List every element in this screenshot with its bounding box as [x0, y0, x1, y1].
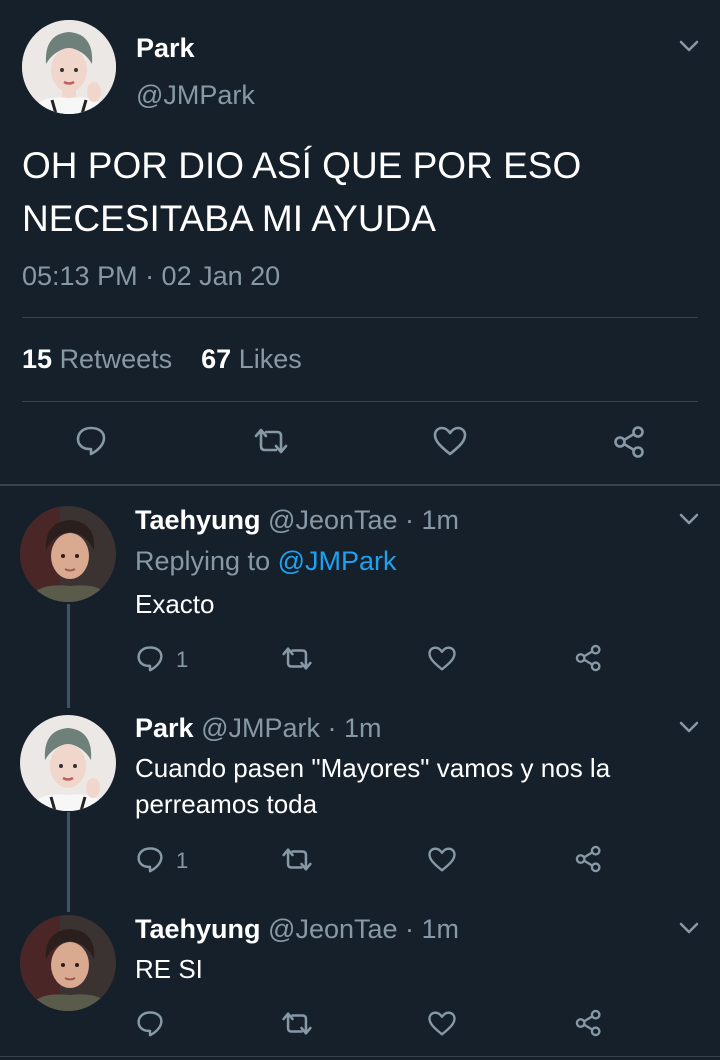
- engagement-stats: 15 Retweets 67 Likes: [22, 344, 302, 375]
- thread-line: [67, 604, 70, 708]
- share-icon[interactable]: [574, 1008, 604, 1038]
- like-count[interactable]: 67: [201, 344, 231, 374]
- share-icon[interactable]: [574, 643, 604, 673]
- reply-text-line-1: Cuando pasen "Mayores" vamos y nos la: [135, 753, 611, 783]
- chevron-down-icon[interactable]: [678, 39, 700, 53]
- retweet-icon[interactable]: [280, 645, 314, 672]
- reply-header: Taehyung @JeonTae · 1m: [135, 505, 459, 536]
- reply-time[interactable]: · 1m: [405, 505, 459, 535]
- replying-to-handle[interactable]: @JMPark: [278, 546, 397, 576]
- retweet-label[interactable]: Retweets: [60, 344, 173, 374]
- divider: [0, 1056, 720, 1057]
- reply-author-handle[interactable]: @JeonTae: [268, 505, 398, 535]
- reply-header: Park @JMPark · 1m: [135, 713, 382, 744]
- reply-text: Exacto: [135, 589, 215, 619]
- reply-author-name[interactable]: Park: [135, 713, 194, 743]
- like-icon[interactable]: [427, 1010, 457, 1037]
- reply-text-line-2: perreamos toda: [135, 789, 318, 819]
- reply-text: RE SI: [135, 954, 203, 984]
- chevron-down-icon[interactable]: [678, 512, 700, 526]
- replying-to-label: Replying to: [135, 546, 271, 576]
- reply-author-name[interactable]: Taehyung: [135, 505, 261, 535]
- reply-icon[interactable]: [136, 845, 164, 873]
- retweet-count[interactable]: 15: [22, 344, 52, 374]
- reply-author-handle[interactable]: @JeonTae: [268, 914, 398, 944]
- divider: [22, 317, 698, 318]
- like-icon[interactable]: [427, 645, 457, 672]
- chevron-down-icon[interactable]: [678, 921, 700, 935]
- reply-author-name[interactable]: Taehyung: [135, 914, 261, 944]
- divider: [22, 401, 698, 402]
- divider: [0, 484, 720, 486]
- tweet-timestamp[interactable]: 05:13 PM · 02 Jan 20: [22, 261, 280, 292]
- like-label[interactable]: Likes: [239, 344, 302, 374]
- share-icon[interactable]: [574, 844, 604, 874]
- retweet-icon[interactable]: [252, 426, 290, 456]
- avatar-taehyung[interactable]: [20, 915, 116, 1011]
- retweet-icon[interactable]: [280, 1010, 314, 1037]
- reply-icon[interactable]: [136, 1009, 164, 1037]
- reply-icon[interactable]: [136, 644, 164, 672]
- avatar-park[interactable]: [22, 20, 116, 114]
- replying-to: Replying to @JMPark: [135, 546, 397, 577]
- reply-time[interactable]: · 1m: [405, 914, 459, 944]
- avatar-taehyung[interactable]: [20, 506, 116, 602]
- reply-count: 1: [176, 848, 189, 873]
- reply-time[interactable]: · 1m: [328, 713, 382, 743]
- reply-icon[interactable]: [75, 424, 107, 456]
- thread-line: [67, 812, 70, 912]
- author-handle[interactable]: @JMPark: [136, 80, 255, 111]
- avatar-park[interactable]: [20, 715, 116, 811]
- share-icon[interactable]: [612, 424, 648, 460]
- retweet-icon[interactable]: [280, 846, 314, 873]
- author-display-name[interactable]: Park: [136, 33, 195, 64]
- reply-author-handle[interactable]: @JMPark: [201, 713, 320, 743]
- tweet-text-line-1: OH POR DIO ASÍ QUE POR ESO: [22, 145, 582, 186]
- reply-header: Taehyung @JeonTae · 1m: [135, 914, 459, 945]
- tweet-text-line-2: NECESITABA MI AYUDA: [22, 198, 436, 239]
- reply-count: 1: [176, 647, 189, 672]
- like-icon[interactable]: [432, 425, 468, 457]
- chevron-down-icon[interactable]: [678, 720, 700, 734]
- like-icon[interactable]: [427, 846, 457, 873]
